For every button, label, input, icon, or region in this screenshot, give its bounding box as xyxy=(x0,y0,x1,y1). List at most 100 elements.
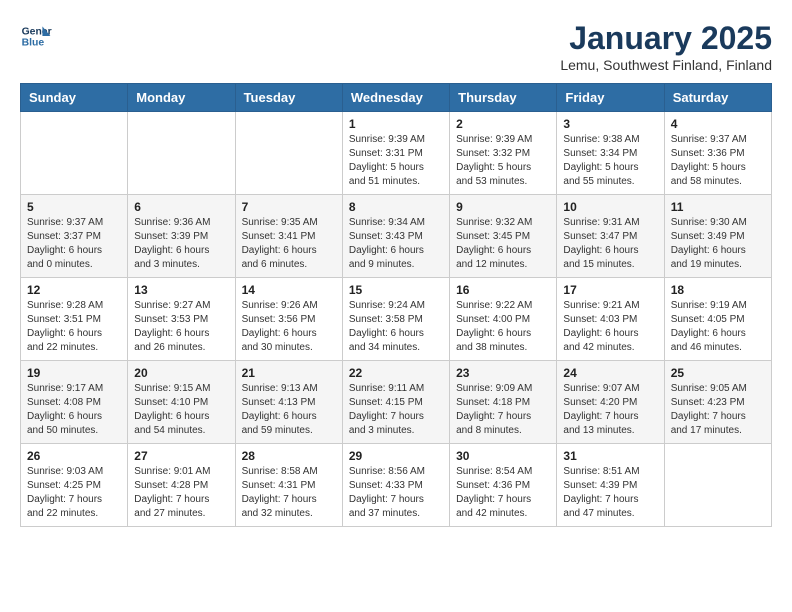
day-number: 12 xyxy=(27,283,121,297)
calendar-cell: 3 Sunrise: 9:38 AM Sunset: 3:34 PM Daylig… xyxy=(557,112,664,195)
day-info: Sunrise: 9:28 AM Sunset: 3:51 PM Dayligh… xyxy=(27,299,121,355)
calendar-cell: 11Sunrise: 9:30 AM Sunset: 3:49 PM Dayli… xyxy=(664,195,771,278)
day-number: 30 xyxy=(456,449,550,463)
day-info: Sunrise: 9:37 AM Sunset: 3:36 PM Dayligh… xyxy=(671,133,765,189)
weekday-header-thursday: Thursday xyxy=(450,84,557,112)
day-info: Sunrise: 9:36 AM Sunset: 3:39 PM Dayligh… xyxy=(134,216,228,272)
day-number: 20 xyxy=(134,366,228,380)
logo: General Blue xyxy=(20,20,52,52)
calendar-cell: 6Sunrise: 9:36 AM Sunset: 3:39 PM Daylig… xyxy=(128,195,235,278)
calendar-cell: 22Sunrise: 9:11 AM Sunset: 4:15 PM Dayli… xyxy=(342,361,449,444)
month-title: January 2025 xyxy=(560,20,772,57)
day-info: Sunrise: 8:56 AM Sunset: 4:33 PM Dayligh… xyxy=(349,465,443,521)
calendar-cell: 16Sunrise: 9:22 AM Sunset: 4:00 PM Dayli… xyxy=(450,278,557,361)
day-number: 25 xyxy=(671,366,765,380)
calendar-cell: 7Sunrise: 9:35 AM Sunset: 3:41 PM Daylig… xyxy=(235,195,342,278)
weekday-header-saturday: Saturday xyxy=(664,84,771,112)
day-number: 1 xyxy=(349,117,443,131)
day-info: Sunrise: 9:15 AM Sunset: 4:10 PM Dayligh… xyxy=(134,382,228,438)
day-info: Sunrise: 9:07 AM Sunset: 4:20 PM Dayligh… xyxy=(563,382,657,438)
day-number: 14 xyxy=(242,283,336,297)
calendar-cell: 1 Sunrise: 9:39 AM Sunset: 3:31 PM Daylig… xyxy=(342,112,449,195)
calendar-cell: 17 Sunrise: 9:21 AM Sunset: 4:03 PM Dayli… xyxy=(557,278,664,361)
day-info: Sunrise: 9:34 AM Sunset: 3:43 PM Dayligh… xyxy=(349,216,443,272)
day-info: Sunrise: 9:03 AM Sunset: 4:25 PM Dayligh… xyxy=(27,465,121,521)
calendar-cell: 28Sunrise: 8:58 AM Sunset: 4:31 PM Dayli… xyxy=(235,444,342,527)
calendar-cell: 26 Sunrise: 9:03 AM Sunset: 4:25 PM Dayli… xyxy=(21,444,128,527)
day-number: 13 xyxy=(134,283,228,297)
calendar-cell: 4 Sunrise: 9:37 AM Sunset: 3:36 PM Daylig… xyxy=(664,112,771,195)
day-number: 17 xyxy=(563,283,657,297)
calendar-cell: 9Sunrise: 9:32 AM Sunset: 3:45 PM Daylig… xyxy=(450,195,557,278)
day-number: 27 xyxy=(134,449,228,463)
day-info: Sunrise: 9:30 AM Sunset: 3:49 PM Dayligh… xyxy=(671,216,765,272)
day-number: 21 xyxy=(242,366,336,380)
calendar-cell: 8 Sunrise: 9:34 AM Sunset: 3:43 PM Daylig… xyxy=(342,195,449,278)
day-info: Sunrise: 9:05 AM Sunset: 4:23 PM Dayligh… xyxy=(671,382,765,438)
day-info: Sunrise: 9:19 AM Sunset: 4:05 PM Dayligh… xyxy=(671,299,765,355)
day-info: Sunrise: 9:37 AM Sunset: 3:37 PM Dayligh… xyxy=(27,216,121,272)
day-info: Sunrise: 9:01 AM Sunset: 4:28 PM Dayligh… xyxy=(134,465,228,521)
day-info: Sunrise: 9:17 AM Sunset: 4:08 PM Dayligh… xyxy=(27,382,121,438)
day-info: Sunrise: 9:13 AM Sunset: 4:13 PM Dayligh… xyxy=(242,382,336,438)
day-info: Sunrise: 9:39 AM Sunset: 3:32 PM Dayligh… xyxy=(456,133,550,189)
calendar-cell: 24 Sunrise: 9:07 AM Sunset: 4:20 PM Dayli… xyxy=(557,361,664,444)
day-info: Sunrise: 8:51 AM Sunset: 4:39 PM Dayligh… xyxy=(563,465,657,521)
calendar-cell xyxy=(128,112,235,195)
day-number: 3 xyxy=(563,117,657,131)
day-number: 8 xyxy=(349,200,443,214)
day-info: Sunrise: 9:27 AM Sunset: 3:53 PM Dayligh… xyxy=(134,299,228,355)
calendar-cell xyxy=(21,112,128,195)
calendar-cell: 12 Sunrise: 9:28 AM Sunset: 3:51 PM Dayli… xyxy=(21,278,128,361)
day-number: 5 xyxy=(27,200,121,214)
calendar-cell: 25 Sunrise: 9:05 AM Sunset: 4:23 PM Dayli… xyxy=(664,361,771,444)
day-info: Sunrise: 9:32 AM Sunset: 3:45 PM Dayligh… xyxy=(456,216,550,272)
day-number: 15 xyxy=(349,283,443,297)
title-block: January 2025 Lemu, Southwest Finland, Fi… xyxy=(560,20,772,73)
calendar-table: SundayMondayTuesdayWednesdayThursdayFrid… xyxy=(20,83,772,527)
calendar-cell: 15 Sunrise: 9:24 AM Sunset: 3:58 PM Dayli… xyxy=(342,278,449,361)
day-info: Sunrise: 9:39 AM Sunset: 3:31 PM Dayligh… xyxy=(349,133,443,189)
day-number: 26 xyxy=(27,449,121,463)
logo-icon: General Blue xyxy=(20,20,52,52)
day-number: 24 xyxy=(563,366,657,380)
weekday-header-monday: Monday xyxy=(128,84,235,112)
weekday-header-sunday: Sunday xyxy=(21,84,128,112)
location-title: Lemu, Southwest Finland, Finland xyxy=(560,57,772,73)
calendar-cell: 23 Sunrise: 9:09 AM Sunset: 4:18 PM Dayli… xyxy=(450,361,557,444)
weekday-header-tuesday: Tuesday xyxy=(235,84,342,112)
day-info: Sunrise: 9:21 AM Sunset: 4:03 PM Dayligh… xyxy=(563,299,657,355)
calendar-cell: 13 Sunrise: 9:27 AM Sunset: 3:53 PM Dayli… xyxy=(128,278,235,361)
day-info: Sunrise: 9:24 AM Sunset: 3:58 PM Dayligh… xyxy=(349,299,443,355)
calendar-week-5: 26 Sunrise: 9:03 AM Sunset: 4:25 PM Dayli… xyxy=(21,444,772,527)
day-number: 22 xyxy=(349,366,443,380)
day-number: 2 xyxy=(456,117,550,131)
day-number: 10 xyxy=(563,200,657,214)
day-info: Sunrise: 9:35 AM Sunset: 3:41 PM Dayligh… xyxy=(242,216,336,272)
day-number: 4 xyxy=(671,117,765,131)
day-number: 23 xyxy=(456,366,550,380)
weekday-header-friday: Friday xyxy=(557,84,664,112)
calendar-cell: 10 Sunrise: 9:31 AM Sunset: 3:47 PM Dayli… xyxy=(557,195,664,278)
svg-text:Blue: Blue xyxy=(22,38,45,49)
calendar-cell xyxy=(235,112,342,195)
calendar-cell xyxy=(664,444,771,527)
calendar-week-1: 1 Sunrise: 9:39 AM Sunset: 3:31 PM Daylig… xyxy=(21,112,772,195)
day-info: Sunrise: 9:31 AM Sunset: 3:47 PM Dayligh… xyxy=(563,216,657,272)
calendar-week-2: 5 Sunrise: 9:37 AM Sunset: 3:37 PM Daylig… xyxy=(21,195,772,278)
calendar-cell: 31Sunrise: 8:51 AM Sunset: 4:39 PM Dayli… xyxy=(557,444,664,527)
day-info: Sunrise: 9:09 AM Sunset: 4:18 PM Dayligh… xyxy=(456,382,550,438)
calendar-cell: 20 Sunrise: 9:15 AM Sunset: 4:10 PM Dayli… xyxy=(128,361,235,444)
day-number: 18 xyxy=(671,283,765,297)
day-number: 29 xyxy=(349,449,443,463)
calendar-cell: 27 Sunrise: 9:01 AM Sunset: 4:28 PM Dayli… xyxy=(128,444,235,527)
calendar-cell: 18 Sunrise: 9:19 AM Sunset: 4:05 PM Dayli… xyxy=(664,278,771,361)
weekday-header-row: SundayMondayTuesdayWednesdayThursdayFrid… xyxy=(21,84,772,112)
calendar-cell: 30 Sunrise: 8:54 AM Sunset: 4:36 PM Dayli… xyxy=(450,444,557,527)
day-number: 28 xyxy=(242,449,336,463)
day-info: Sunrise: 9:38 AM Sunset: 3:34 PM Dayligh… xyxy=(563,133,657,189)
weekday-header-wednesday: Wednesday xyxy=(342,84,449,112)
calendar-cell: 29 Sunrise: 8:56 AM Sunset: 4:33 PM Dayli… xyxy=(342,444,449,527)
day-info: Sunrise: 8:54 AM Sunset: 4:36 PM Dayligh… xyxy=(456,465,550,521)
calendar-cell: 2 Sunrise: 9:39 AM Sunset: 3:32 PM Daylig… xyxy=(450,112,557,195)
